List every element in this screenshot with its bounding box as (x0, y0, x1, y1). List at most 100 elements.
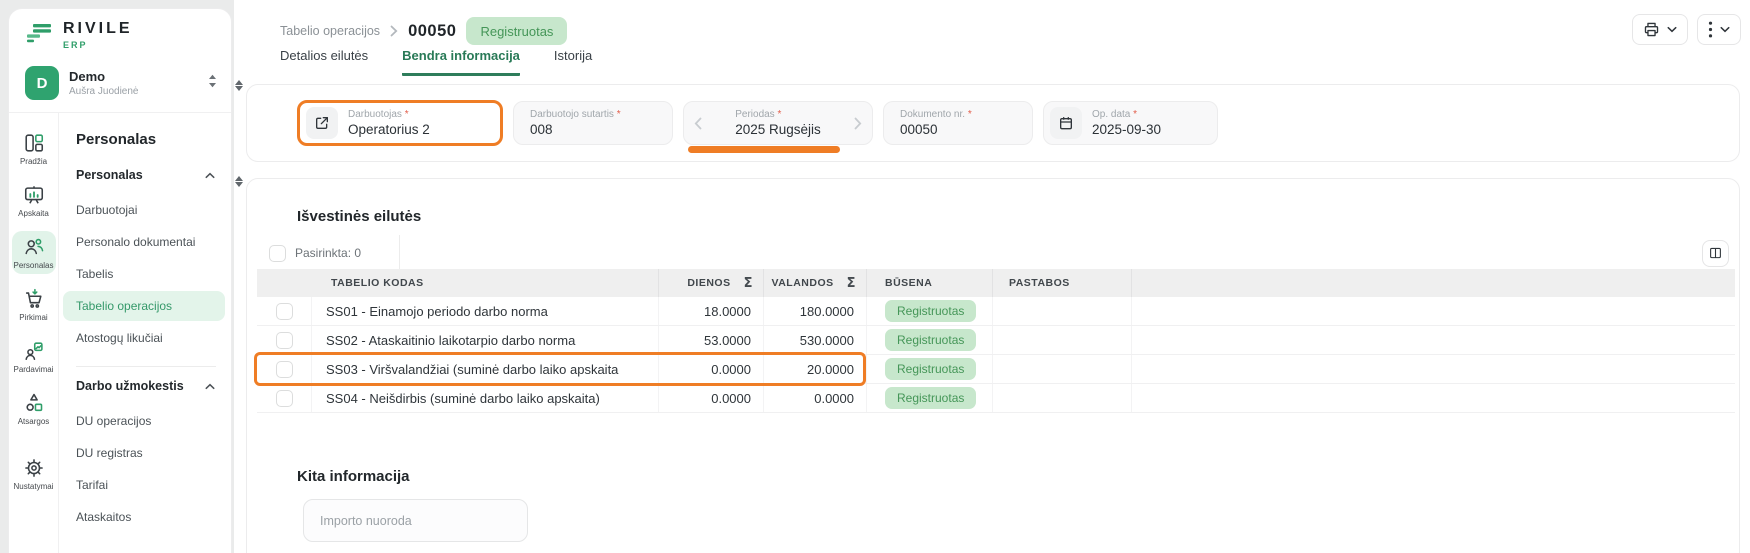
header-pastabos: PASTABOS (992, 269, 1131, 297)
cell-tabelio-kodas: SS03 - Viršvalandžiai (suminė darbo laik… (311, 355, 658, 383)
chevron-up-icon (205, 166, 215, 184)
rail-item-pardavimai[interactable]: Pardavimai (12, 335, 56, 378)
sidebar-menu-item[interactable]: DU operacijos (63, 406, 225, 436)
sidebar-menu-item[interactable]: Ataskaitos (63, 502, 225, 532)
tab-bendra-informacija[interactable]: Bendra informacija (402, 48, 520, 76)
other-info-title: Kita informacija (297, 468, 410, 485)
row-checkbox[interactable] (276, 303, 293, 320)
columns-icon (1709, 246, 1722, 260)
avatar: D (25, 66, 59, 100)
table-header-row: TABELIO KODAS DIENOS Σ VALANDOS Σ BŪSENA… (257, 269, 1735, 297)
sidebar-menu-item[interactable]: Atostogų likučiai (63, 323, 225, 353)
status-badge: Registruotas (466, 17, 567, 45)
header-checkbox-col (257, 269, 311, 297)
sidebar-menu-item[interactable]: Darbuotojai (63, 195, 225, 225)
table-row[interactable]: SS04 - Neišdirbis (suminė darbo laiko ap… (257, 384, 1735, 413)
cell-trailing (1131, 355, 1735, 383)
chevron-left-icon[interactable] (694, 117, 702, 130)
header-dienos: DIENOS Σ (658, 269, 763, 297)
darbuotojas-field[interactable]: Darbuotojas * Operatorius 2 (297, 100, 503, 146)
import-link-input[interactable] (303, 499, 528, 542)
icon-rail: Pradžia Apskaita (9, 113, 59, 553)
rail-item-pradzia[interactable]: Pradžia (12, 127, 56, 170)
menu-divider (76, 366, 216, 367)
table-row[interactable]: SS02 - Ataskaitinio laikotarpio darbo no… (257, 326, 1735, 355)
rail-item-atsargos[interactable]: Atsargos (12, 387, 56, 430)
people-icon (23, 236, 45, 258)
sidebar-menu-item[interactable]: Tabelis (63, 259, 225, 289)
cell-valandos: 20.0000 (763, 355, 866, 383)
rail-item-personalas[interactable]: Personalas (12, 231, 56, 274)
printer-icon (1643, 21, 1660, 38)
calendar-icon[interactable] (1050, 107, 1082, 139)
table-row[interactable]: SS01 - Einamojo periodo darbo norma 18.0… (257, 297, 1735, 326)
accounting-icon (23, 184, 45, 206)
rail-item-pirkimai[interactable]: Pirkimai (12, 283, 56, 326)
table-row[interactable]: SS03 - Viršvalandžiai (suminė darbo laik… (257, 355, 1735, 384)
tab-istorija[interactable]: Istorija (554, 48, 592, 76)
sidebar-menu-item[interactable]: Personalo dokumentai (63, 227, 225, 257)
status-badge: Registruotas (885, 387, 976, 409)
tab-bar: Detalios eilutės Bendra informacija Isto… (280, 48, 592, 76)
cell-dienos: 0.0000 (658, 384, 763, 412)
sidebar-menu-item[interactable]: DU registras (63, 438, 225, 468)
sidebar: RIVILE ERP D Demo Aušra Juodienė (8, 8, 232, 553)
user-switcher[interactable]: D Demo Aušra Juodienė (9, 58, 231, 113)
status-badge: Registruotas (885, 300, 976, 322)
cell-trailing (1131, 384, 1735, 412)
cell-dienos: 53.0000 (658, 326, 763, 354)
rail-item-nustatymai[interactable]: Nustatymai (12, 452, 56, 495)
darbuotojo-sutartis-field[interactable]: Darbuotojo sutartis * 008 (513, 101, 673, 145)
card-collapse-handle[interactable] (235, 80, 243, 91)
more-actions-button[interactable] (1697, 14, 1741, 45)
select-all-checkbox[interactable] (269, 245, 286, 262)
sidebar-menu: Personalas Personalas Darbuotojai Person… (59, 113, 231, 553)
sum-icon[interactable]: Σ (744, 276, 753, 291)
menu-section-darbo-uzmokestis[interactable]: Darbo užmokestis (63, 377, 225, 395)
brand-name: RIVILE (63, 21, 133, 37)
sort-carets-icon[interactable] (208, 74, 217, 93)
user-name: Demo (69, 69, 139, 85)
header-trailing (1131, 269, 1735, 297)
column-settings-button[interactable] (1702, 240, 1729, 267)
periodas-field[interactable]: Periodas * 2025 Rugsėjis (683, 101, 873, 145)
dashboard-icon (23, 132, 45, 154)
document-number: 00050 (408, 22, 456, 41)
breadcrumb-parent-link[interactable]: Tabelio operacijos (280, 24, 380, 38)
cell-tabelio-kodas: SS01 - Einamojo periodo darbo norma (311, 297, 658, 325)
cell-pastabos (992, 326, 1131, 354)
header-tabelio-kodas: TABELIO KODAS (311, 269, 658, 297)
sidebar-menu-item[interactable]: Tarifai (63, 470, 225, 500)
print-button[interactable] (1632, 14, 1688, 45)
header-valandos: VALANDOS Σ (763, 269, 866, 297)
chevron-down-icon (1720, 26, 1730, 33)
app-window: RIVILE ERP D Demo Aušra Juodienė (0, 0, 1750, 553)
row-checkbox[interactable] (276, 390, 293, 407)
row-checkbox[interactable] (276, 332, 293, 349)
darbuotojo-sutartis-value: 008 (530, 122, 621, 137)
general-info-card: Darbuotojas * Operatorius 2 Darbuotojo s… (246, 84, 1740, 162)
dokumento-nr-field[interactable]: Dokumento nr. * 00050 (883, 101, 1033, 145)
row-checkbox[interactable] (276, 361, 293, 378)
sum-icon[interactable]: Σ (847, 276, 856, 291)
periodas-value: 2025 Rugsėjis (735, 122, 821, 137)
tab-detalios-eilutes[interactable]: Detalios eilutės (280, 48, 368, 76)
op-data-field[interactable]: Op. data * 2025-09-30 (1043, 101, 1218, 145)
rail-item-apskaita[interactable]: Apskaita (12, 179, 56, 222)
cell-valandos: 180.0000 (763, 297, 866, 325)
menu-section-personalas[interactable]: Personalas (63, 166, 225, 184)
external-link-icon[interactable] (306, 107, 338, 139)
card-collapse-handle[interactable] (235, 176, 243, 187)
kebab-menu-icon (1708, 21, 1713, 38)
gear-icon (23, 457, 45, 479)
cart-icon (23, 288, 45, 310)
hamburger-logo-icon[interactable] (25, 21, 53, 50)
darbuotojas-value: Operatorius 2 (348, 122, 430, 137)
inventory-icon (23, 392, 45, 414)
sidebar-menu-item[interactable]: Tabelio operacijos (63, 291, 225, 321)
annotation-underline (688, 146, 840, 153)
cell-valandos: 530.0000 (763, 326, 866, 354)
chevron-right-icon[interactable] (854, 117, 862, 130)
cell-tabelio-kodas: SS04 - Neišdirbis (suminė darbo laiko ap… (311, 384, 658, 412)
chevron-up-icon (205, 377, 215, 395)
